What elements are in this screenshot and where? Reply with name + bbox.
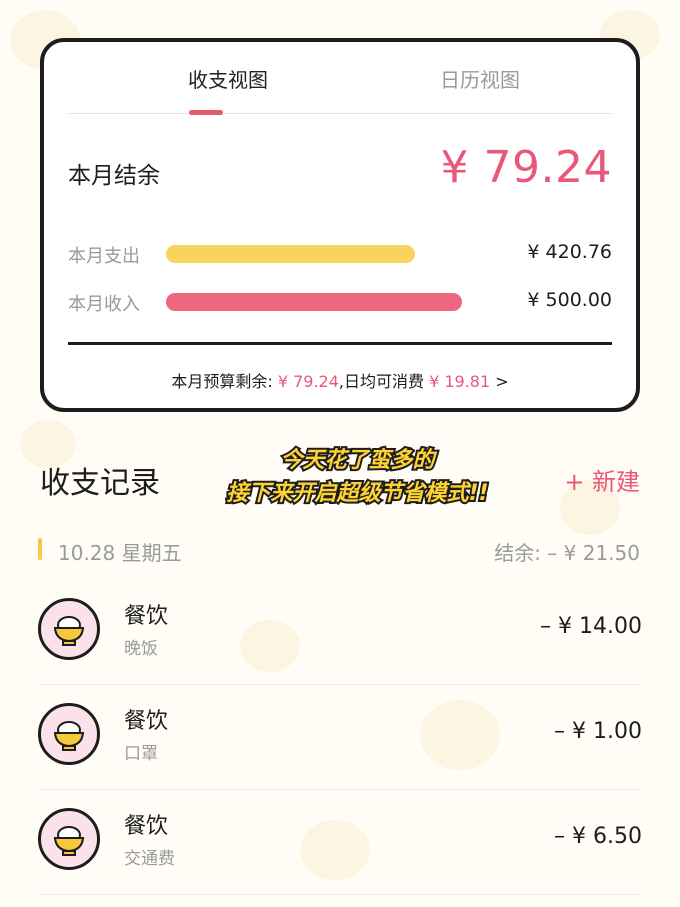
record-amount: – ¥ 14.00	[540, 614, 642, 639]
summary-divider	[68, 342, 612, 345]
day-date-label: 10.28 星期五	[58, 541, 182, 565]
record-category: 餐饮	[124, 814, 169, 839]
rice-bowl-icon	[38, 598, 100, 660]
record-note: 口罩	[124, 744, 158, 764]
budget-info-link[interactable]: 本月预算剩余: ¥ 79.24,日均可消费 ¥ 19.81 >	[44, 368, 636, 392]
budget-remaining-value: ¥ 79.24	[277, 372, 339, 391]
budget-prefix: 本月预算剩余:	[171, 372, 273, 391]
new-record-button[interactable]: + 新建	[564, 462, 640, 497]
list-item[interactable]: 餐饮 晚饭 – ¥ 14.00	[38, 580, 642, 685]
record-amount: – ¥ 1.00	[554, 719, 642, 744]
monthly-balance-label: 本月结余	[68, 163, 160, 189]
chevron-right-icon: >	[495, 372, 509, 391]
caption-overlay: 今天花了蛮多的 接下来开启超级节省模式!!	[175, 444, 540, 510]
summary-card: 收支视图 日历视图 本月结余 ¥ 79.24 本月支出 ¥ 420.76 本月收…	[40, 38, 640, 412]
expense-label: 本月支出	[68, 246, 140, 267]
caption-line-1: 今天花了蛮多的	[278, 446, 436, 475]
income-progress-bar	[166, 293, 462, 311]
rice-bowl-icon	[38, 703, 100, 765]
records-section-title: 收支记录	[40, 466, 160, 501]
budget-mid-text: ,日均可消费	[338, 372, 424, 391]
record-note: 交通费	[124, 849, 175, 869]
monthly-balance-value: ¥ 79.24	[440, 142, 612, 193]
rice-bowl-icon	[38, 808, 100, 870]
daily-spend-value: ¥ 19.81	[429, 372, 491, 391]
day-balance: 结余: – ¥ 21.50	[494, 541, 640, 565]
caption-line-2: 接下来开启超级节省模式!!	[224, 479, 490, 508]
income-label: 本月收入	[68, 294, 140, 315]
list-item[interactable]: 餐饮 口罩 – ¥ 1.00	[38, 685, 642, 790]
expense-value: ¥ 420.76	[527, 241, 612, 263]
day-marker	[38, 538, 42, 560]
expense-progress-bar	[166, 245, 415, 263]
list-item[interactable]: 餐饮 交通费 – ¥ 6.50	[38, 790, 642, 895]
record-amount: – ¥ 6.50	[554, 824, 642, 849]
tab-income-expense-view[interactable]: 收支视图	[128, 64, 328, 93]
tab-calendar-view[interactable]: 日历视图	[380, 64, 580, 93]
income-value: ¥ 500.00	[527, 289, 612, 311]
active-tab-indicator	[189, 110, 223, 115]
record-category: 餐饮	[124, 604, 169, 629]
record-note: 晚饭	[124, 639, 158, 659]
record-category: 餐饮	[124, 709, 169, 734]
view-tabs: 收支视图 日历视图	[68, 42, 612, 114]
